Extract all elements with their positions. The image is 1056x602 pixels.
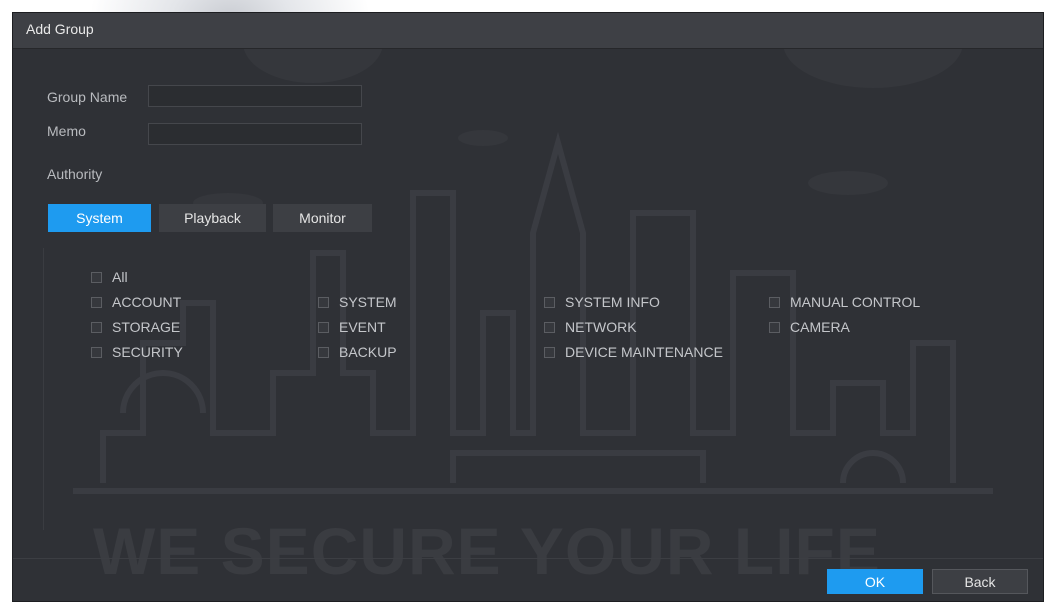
footer-divider [13, 558, 1043, 559]
tab-playback-label: Playback [184, 210, 241, 226]
permission-label: SECURITY [112, 344, 183, 360]
ok-button-label: OK [864, 573, 886, 590]
permission-event[interactable]: EVENT [318, 319, 386, 335]
group-name-label: Group Name [47, 89, 128, 105]
tab-system[interactable]: System [48, 204, 151, 232]
tab-monitor[interactable]: Monitor [273, 204, 372, 232]
tab-system-label: System [76, 210, 123, 226]
permission-label: BACKUP [339, 344, 397, 360]
permission-label: SYSTEM INFO [565, 294, 660, 310]
permission-label: STORAGE [112, 319, 181, 335]
permission-label: ACCOUNT [112, 294, 182, 310]
group-name-input[interactable] [148, 85, 362, 107]
system-info-checkbox[interactable] [544, 296, 555, 308]
permission-all-label: All [112, 269, 128, 285]
permission-manual-control[interactable]: MANUAL CONTROL [769, 294, 920, 310]
permission-network[interactable]: NETWORK [544, 319, 637, 335]
permission-storage[interactable]: STORAGE [91, 319, 180, 335]
permission-label: CAMERA [790, 319, 850, 335]
permission-label: NETWORK [565, 319, 637, 335]
account-checkbox[interactable] [91, 296, 102, 308]
backup-checkbox[interactable] [318, 346, 329, 358]
permission-label: DEVICE MAINTENANCE [565, 344, 723, 360]
tab-monitor-label: Monitor [299, 210, 346, 226]
permission-system-info[interactable]: SYSTEM INFO [544, 294, 660, 310]
dialog-titlebar: Add Group [13, 13, 1043, 49]
permission-label: EVENT [339, 319, 386, 335]
permission-camera[interactable]: CAMERA [769, 319, 850, 335]
permission-all[interactable]: All [91, 269, 128, 285]
back-button[interactable]: Back [932, 569, 1028, 594]
permission-security[interactable]: SECURITY [91, 344, 183, 360]
permissions-panel [43, 248, 1034, 530]
permission-label: SYSTEM [339, 294, 397, 310]
all-checkbox[interactable] [91, 271, 102, 283]
permission-account[interactable]: ACCOUNT [91, 294, 181, 310]
ok-button[interactable]: OK [827, 569, 923, 594]
permission-backup[interactable]: BACKUP [318, 344, 397, 360]
permission-system[interactable]: SYSTEM [318, 294, 397, 310]
network-checkbox[interactable] [544, 321, 555, 333]
authority-label: Authority [47, 166, 103, 182]
permission-label: MANUAL CONTROL [790, 294, 921, 310]
camera-checkbox[interactable] [769, 321, 780, 333]
system-checkbox[interactable] [318, 296, 329, 308]
back-button-label: Back [964, 573, 996, 590]
event-checkbox[interactable] [318, 321, 329, 333]
permission-device-maintenance[interactable]: DEVICE MAINTENANCE [544, 344, 723, 360]
storage-checkbox[interactable] [91, 321, 102, 333]
memo-label: Memo [47, 123, 86, 139]
security-checkbox[interactable] [91, 346, 102, 358]
memo-input[interactable] [148, 123, 362, 145]
manual-control-checkbox[interactable] [769, 296, 780, 308]
add-group-dialog: WE SECURE YOUR LIFE Add Group Group Name… [12, 12, 1044, 602]
tab-playback[interactable]: Playback [159, 204, 266, 232]
device-maintenance-checkbox[interactable] [544, 346, 555, 358]
dialog-title: Add Group [26, 21, 94, 37]
